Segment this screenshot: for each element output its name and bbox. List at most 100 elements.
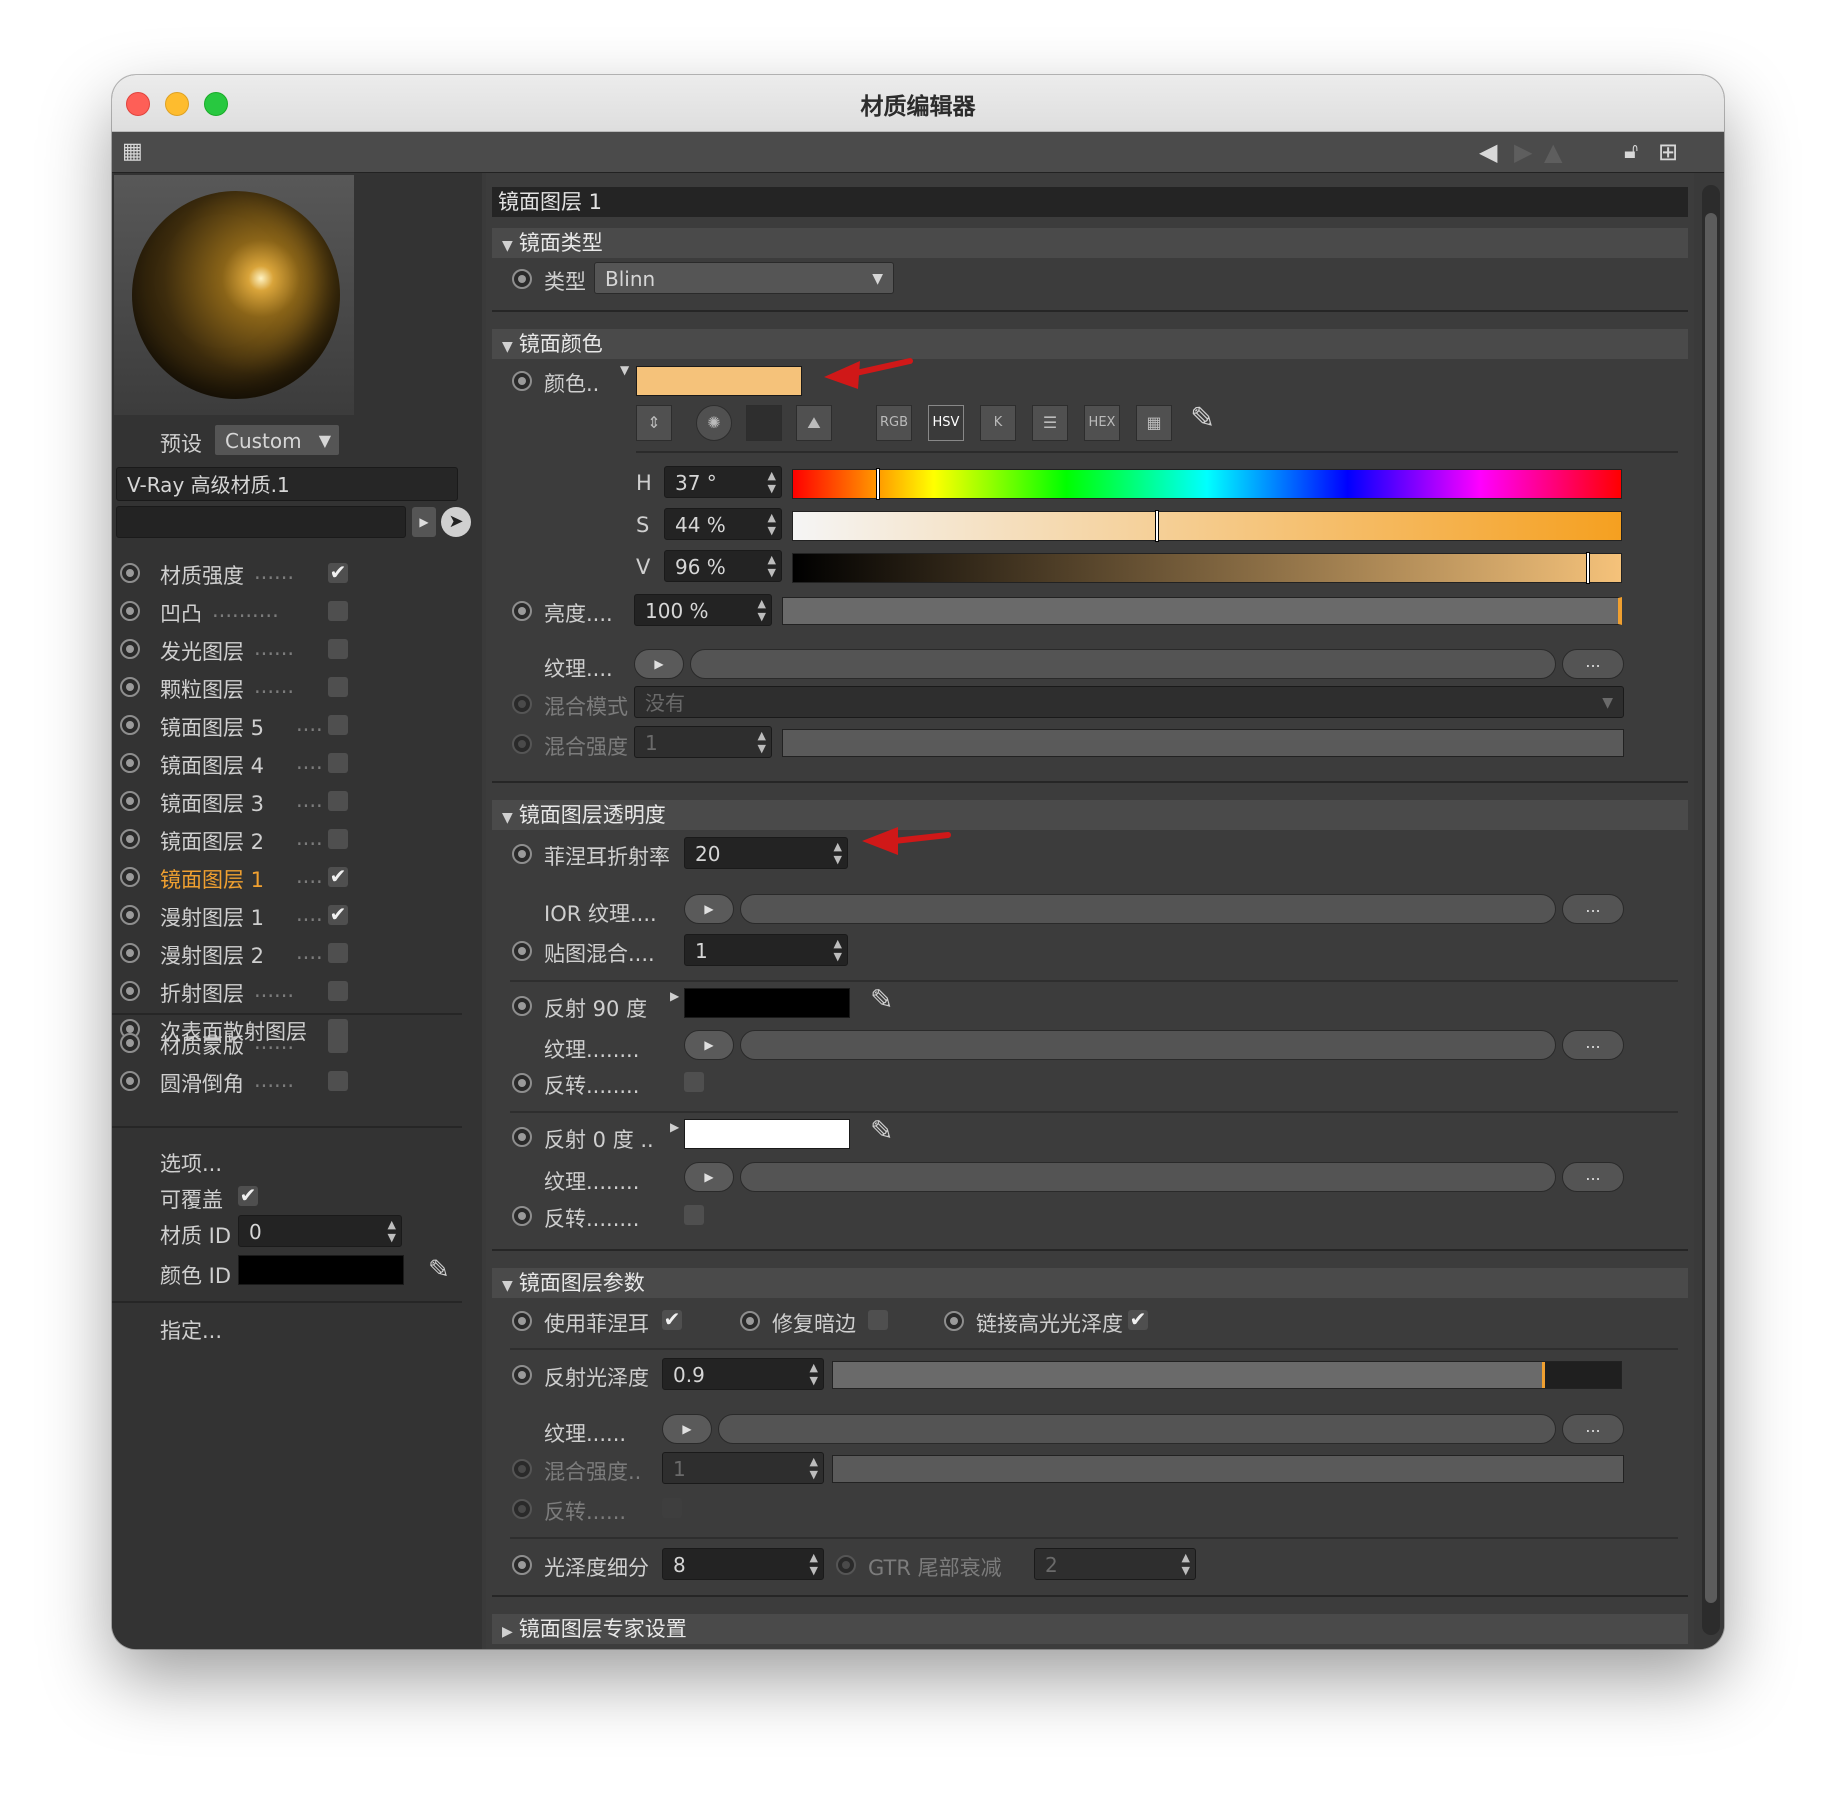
rgb-mode-button[interactable]: RGB — [876, 405, 912, 441]
brightness-field[interactable]: 100 % ▲ ▼ — [634, 594, 772, 626]
spinner-icon[interactable]: ▲ ▼ — [834, 937, 842, 963]
channel-radio[interactable] — [120, 829, 140, 849]
spinner-icon[interactable]: ▲ ▼ — [810, 1455, 818, 1481]
type-radio[interactable] — [512, 269, 532, 289]
channel-label[interactable]: 颗粒图层 — [160, 674, 244, 704]
gloss-slider[interactable] — [832, 1361, 1622, 1389]
channel-checkbox[interactable] — [328, 639, 348, 659]
blend-strength-slider[interactable] — [782, 729, 1624, 757]
reflection-90-texture-more-button[interactable]: ... — [1562, 1030, 1624, 1060]
spinner-icon[interactable]: ▲ ▼ — [1182, 1551, 1190, 1577]
gtr-field[interactable]: 2 ▲ ▼ — [1034, 1548, 1196, 1580]
eyedropper-icon[interactable]: ✎ — [1190, 401, 1215, 436]
texture-more-button[interactable]: ... — [1562, 649, 1624, 679]
reflection-90-texture-expand-button[interactable]: ▶ — [684, 1030, 734, 1060]
gtr-radio[interactable] — [836, 1555, 856, 1575]
channel-checkbox[interactable] — [328, 791, 348, 811]
fresnel-ior-radio[interactable] — [512, 844, 532, 864]
fix-dark-edges-checkbox[interactable] — [868, 1310, 888, 1330]
blend-mode-radio[interactable] — [512, 694, 532, 714]
reflection-0-swatch[interactable] — [684, 1119, 850, 1149]
assign-label[interactable]: 指定... — [160, 1315, 222, 1345]
saturation-slider[interactable] — [792, 510, 1622, 542]
channel-checkbox[interactable] — [328, 677, 348, 697]
color-square-icon[interactable] — [746, 405, 782, 441]
fix-dark-edges-radio[interactable] — [740, 1311, 760, 1331]
link-gloss-radio[interactable] — [944, 1311, 964, 1331]
channel-label[interactable]: 发光图层 — [160, 636, 244, 666]
channel-label[interactable]: 镜面图层 5 — [160, 712, 264, 742]
saturation-field[interactable]: 44 % ▲ ▼ — [664, 508, 782, 540]
channel-row[interactable]: 镜面图层 1.... ✔ — [112, 861, 472, 893]
back-arrow-icon[interactable]: ◀ — [1479, 132, 1497, 172]
new-window-icon[interactable]: ⊞ — [1658, 132, 1678, 172]
material-id-field[interactable]: 0 ▲ ▼ — [238, 1215, 402, 1247]
channel-radio[interactable] — [120, 905, 140, 925]
gloss-texture-slot[interactable] — [718, 1414, 1556, 1444]
channel-row[interactable]: 镜面图层 3.... — [112, 785, 472, 817]
extra-channel-row[interactable]: 圆滑倒角...... — [112, 1065, 472, 1097]
forward-arrow-icon[interactable]: ▶ — [1514, 132, 1532, 172]
channel-checkbox[interactable]: ✔ — [328, 866, 348, 887]
color-wheel-icon[interactable]: ✺ — [696, 405, 732, 441]
expand-arrow-icon[interactable]: ▶ — [412, 507, 436, 537]
map-blend-radio[interactable] — [512, 941, 532, 961]
gloss-radio[interactable] — [512, 1365, 532, 1385]
value-slider[interactable] — [792, 552, 1622, 584]
gloss-invert-checkbox[interactable] — [662, 1498, 682, 1518]
color-expand-icon[interactable]: ▼ — [620, 363, 629, 377]
color-expand-icon[interactable]: ▶ — [670, 989, 679, 1003]
preset-dropdown[interactable]: Custom ▼ — [214, 424, 340, 456]
blend-strength-field[interactable]: 1 ▲ ▼ — [634, 726, 772, 758]
mixer-mode-icon[interactable]: ☰ — [1032, 405, 1068, 441]
gloss-blend-radio[interactable] — [512, 1459, 532, 1479]
ior-texture-slot[interactable] — [740, 894, 1556, 924]
reflection-90-swatch[interactable] — [684, 988, 850, 1018]
extra-channel-checkbox[interactable] — [328, 1033, 348, 1053]
use-fresnel-checkbox[interactable]: ✔ — [662, 1309, 682, 1330]
channel-radio[interactable] — [120, 639, 140, 659]
extra-channel-label[interactable]: 圆滑倒角 — [160, 1068, 244, 1098]
eyedropper-icon[interactable]: ✎ — [870, 983, 893, 1016]
ior-texture-more-button[interactable]: ... — [1562, 894, 1624, 924]
channel-radio[interactable] — [120, 601, 140, 621]
channel-checkbox[interactable]: ✔ — [328, 904, 348, 925]
reflection-90-radio[interactable] — [512, 996, 532, 1016]
color-expand-icon[interactable]: ▶ — [670, 1120, 679, 1134]
channel-radio[interactable] — [120, 563, 140, 583]
kelvin-mode-button[interactable]: K — [980, 405, 1016, 441]
gloss-texture-more-button[interactable]: ... — [1562, 1414, 1624, 1444]
channel-label[interactable]: 镜面图层 3 — [160, 788, 264, 818]
hue-field[interactable]: 37 ° ▲ ▼ — [664, 466, 782, 498]
spinner-icon[interactable]: ▲ ▼ — [810, 1551, 818, 1577]
spinner-icon[interactable]: ▲ ▼ — [768, 511, 776, 537]
use-fresnel-radio[interactable] — [512, 1311, 532, 1331]
brightness-radio[interactable] — [512, 601, 532, 621]
scrollbar[interactable] — [1702, 185, 1720, 1635]
hue-slider[interactable] — [792, 468, 1622, 500]
image-picker-icon[interactable]: ⛰ — [796, 405, 832, 441]
options-label[interactable]: 选项... — [160, 1148, 222, 1178]
channel-row[interactable]: 凹凸.......... — [112, 595, 472, 627]
gloss-blend-field[interactable]: 1 ▲ ▼ — [662, 1452, 824, 1484]
section-specular-color[interactable]: ▼ 镜面颜色 — [492, 329, 1688, 359]
extra-channel-checkbox[interactable] — [328, 1071, 348, 1091]
gloss-blend-slider[interactable] — [832, 1455, 1624, 1483]
spinner-icon[interactable]: ▲ ▼ — [834, 840, 842, 866]
gloss-field[interactable]: 0.9 ▲ ▼ — [662, 1358, 824, 1390]
channel-checkbox[interactable] — [328, 981, 348, 1001]
lock-icon[interactable]: 🔓︎ — [1624, 132, 1638, 172]
channel-label[interactable]: 镜面图层 4 — [160, 750, 264, 780]
channel-label[interactable]: 折射图层 — [160, 978, 244, 1008]
channel-radio[interactable] — [120, 677, 140, 697]
extra-channel-radio[interactable] — [120, 1071, 140, 1091]
hex-mode-button[interactable]: HEX — [1084, 405, 1120, 441]
channel-label[interactable]: 凹凸 — [160, 598, 202, 628]
gloss-subdiv-field[interactable]: 8 ▲ ▼ — [662, 1548, 824, 1580]
reflection-0-radio[interactable] — [512, 1127, 532, 1147]
channel-checkbox[interactable] — [328, 601, 348, 621]
gloss-texture-expand-button[interactable]: ▶ — [662, 1414, 712, 1444]
extra-channel-row[interactable]: 材质蒙版...... — [112, 1027, 472, 1059]
channel-row[interactable]: 镜面图层 2.... — [112, 823, 472, 855]
channel-radio[interactable] — [120, 943, 140, 963]
